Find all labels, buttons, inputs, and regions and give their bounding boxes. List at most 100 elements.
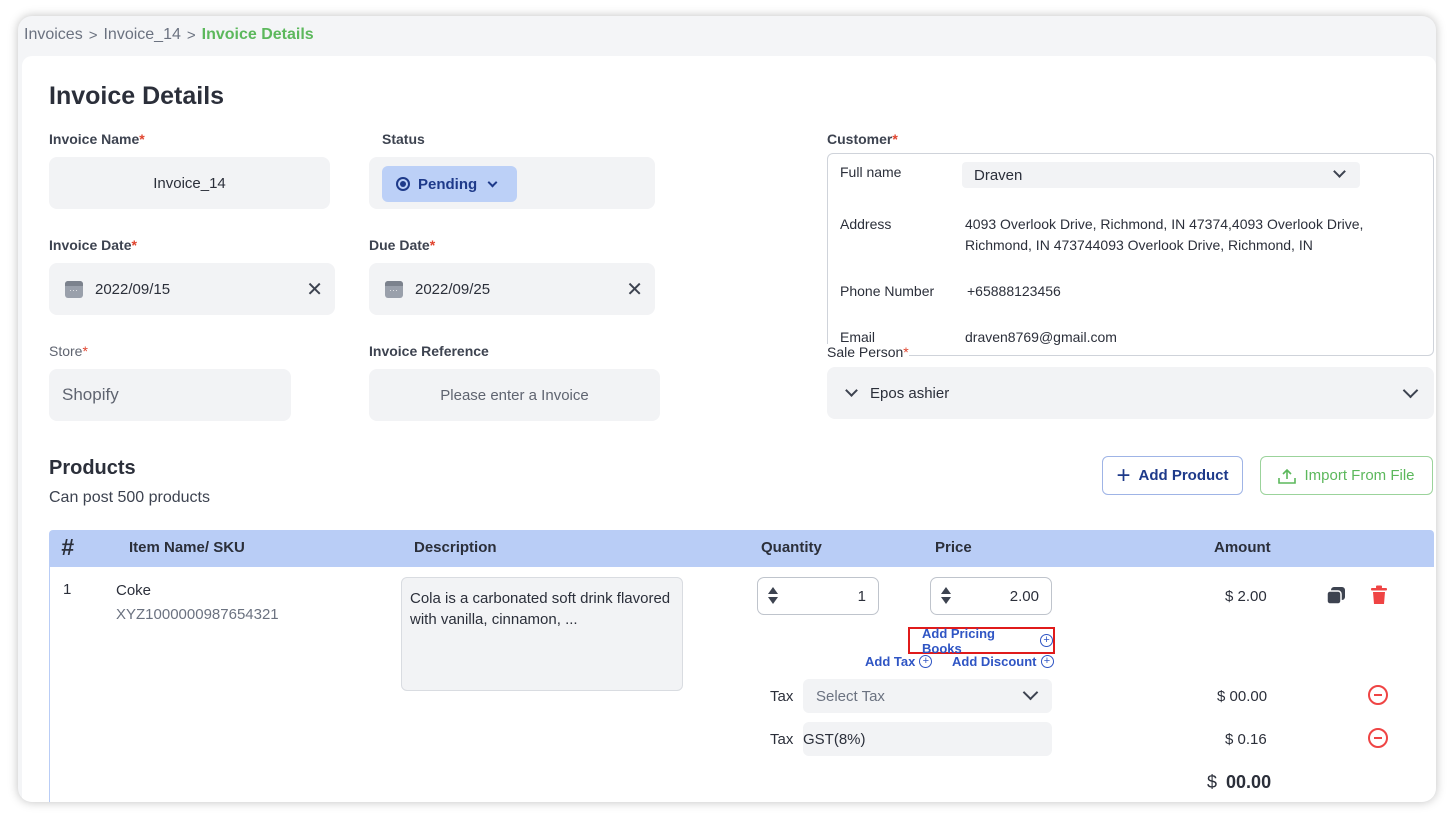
phone-label: Phone Number — [840, 283, 935, 299]
customer-label: Customer* — [827, 131, 898, 147]
total-currency: $ — [1207, 772, 1218, 792]
breadcrumb: Invoices > Invoice_14 > Invoice Details — [24, 24, 314, 46]
chevron-down-icon — [1402, 382, 1419, 399]
col-quantity: Quantity — [761, 539, 822, 556]
chevron-right-icon: > — [186, 26, 196, 44]
store-input[interactable]: Shopify — [49, 369, 291, 421]
invoice-card: Invoice Details Invoice Name* Invoice_14… — [22, 56, 1436, 802]
add-tax-label: Add Tax — [865, 654, 916, 669]
add-pricing-books-link[interactable]: Add Pricing Books + — [908, 625, 1055, 656]
chevron-right-icon: > — [88, 26, 98, 44]
add-discount-link[interactable]: Add Discount + — [952, 654, 1054, 669]
phone-value: +65888123456 — [967, 283, 1061, 299]
stepper-arrows-icon[interactable] — [941, 587, 951, 605]
products-table-header: # Item Name/ SKU Description Quantity Pr… — [49, 530, 1434, 567]
col-description: Description — [414, 539, 497, 556]
price-value: 2.00 — [1009, 587, 1039, 605]
products-subtitle: Can post 500 products — [49, 489, 210, 506]
add-product-label: Add Product — [1138, 467, 1229, 484]
total-value: 00.00 — [1226, 772, 1272, 792]
add-discount-label: Add Discount — [952, 654, 1037, 669]
col-amount: Amount — [1214, 539, 1271, 556]
table-border — [49, 567, 50, 802]
remove-tax-icon[interactable] — [1368, 728, 1388, 748]
plus-circle-icon: + — [919, 655, 933, 668]
quantity-stepper[interactable]: 1 — [757, 577, 879, 615]
plus-icon: + — [1116, 461, 1131, 489]
import-from-file-button[interactable]: Import From File — [1260, 456, 1433, 495]
email-label: Email — [840, 329, 876, 345]
tax-label: Tax — [770, 688, 794, 705]
invoice-date-value: 2022/09/15 — [95, 280, 171, 298]
invoice-name-input[interactable]: Invoice_14 — [49, 157, 330, 209]
status-dot-icon — [396, 177, 410, 191]
full-name-label: Full name — [840, 164, 902, 180]
calendar-icon — [385, 280, 403, 298]
breadcrumb-invoices[interactable]: Invoices — [24, 26, 83, 44]
remove-tax-icon[interactable] — [1368, 685, 1388, 705]
tax-label: Tax — [770, 731, 794, 748]
quantity-value: 1 — [857, 587, 866, 605]
invoice-reference-label: Invoice Reference — [369, 343, 489, 359]
email-value: draven8769@gmail.com — [965, 329, 1117, 345]
customer-name-select[interactable]: Draven — [962, 162, 1360, 188]
address-label: Address — [840, 216, 892, 232]
clear-icon[interactable]: ✕ — [626, 277, 643, 302]
delete-icon[interactable] — [1370, 585, 1388, 605]
col-item-name: Item Name/ SKU — [129, 539, 245, 556]
description-textarea[interactable]: Cola is a carbonated soft drink flavored… — [401, 577, 683, 691]
tax-field[interactable]: GST(8%) — [803, 722, 1052, 756]
breadcrumb-current: Invoice Details — [201, 26, 314, 43]
plus-circle-icon: + — [1040, 655, 1054, 668]
chevron-down-icon — [487, 177, 498, 187]
import-label: Import From File — [1304, 467, 1415, 484]
address-line-2: Richmond, IN 473744093 Overlook Drive, R… — [965, 237, 1313, 253]
tax-field-value: GST(8%) — [803, 730, 866, 748]
page-title: Invoice Details — [49, 82, 225, 110]
breadcrumb-invoice[interactable]: Invoice_14 — [103, 26, 180, 44]
tax-select-value: Select Tax — [816, 687, 885, 705]
stepper-arrows-icon[interactable] — [768, 587, 778, 605]
customer-panel: Full name Draven Address 4093 Overlook D… — [827, 153, 1434, 356]
customer-name-value: Draven — [974, 166, 1023, 184]
add-tax-link[interactable]: Add Tax + — [865, 654, 933, 669]
plus-circle-icon: + — [1040, 634, 1053, 647]
status-dropdown[interactable]: Pending — [382, 166, 517, 202]
due-date-input[interactable]: 2022/09/25 ✕ — [369, 263, 655, 315]
clear-icon[interactable]: ✕ — [306, 277, 323, 302]
col-price: Price — [935, 539, 972, 556]
row-index: 1 — [63, 581, 72, 598]
invoice-date-input[interactable]: 2022/09/15 ✕ — [49, 263, 335, 315]
sale-person-label: Sale Person* — [827, 344, 909, 360]
calendar-icon — [65, 280, 83, 298]
upload-icon — [1278, 468, 1297, 484]
chevron-down-icon — [845, 383, 858, 397]
chevron-down-icon — [1022, 684, 1039, 701]
address-line-1: 4093 Overlook Drive, Richmond, IN 47374,… — [965, 216, 1364, 232]
price-stepper[interactable]: 2.00 — [930, 577, 1052, 615]
total-amount: $ 00.00 — [1207, 772, 1271, 793]
invoice-reference-input[interactable]: Please enter a Invoice — [369, 369, 660, 421]
row-amount: $ 2.00 — [1225, 588, 1267, 605]
tax-amount: $ 00.00 — [1217, 688, 1268, 705]
chevron-down-icon — [1333, 165, 1346, 178]
app-window: Invoices > Invoice_14 > Invoice Details … — [18, 16, 1436, 802]
invoice-date-label: Invoice Date* — [49, 237, 137, 253]
status-value: Pending — [418, 175, 478, 193]
sale-person-value: Epos ashier — [870, 384, 950, 402]
item-sku: XYZ1000000987654321 — [116, 606, 279, 623]
add-product-button[interactable]: + Add Product — [1102, 456, 1243, 495]
col-index: # — [61, 534, 74, 560]
due-date-value: 2022/09/25 — [415, 280, 491, 298]
products-title: Products — [49, 457, 136, 479]
store-label: Store* — [49, 343, 88, 359]
add-pricing-books-label: Add Pricing Books — [922, 625, 995, 656]
invoice-name-label: Invoice Name* — [49, 131, 145, 147]
tax-amount: $ 0.16 — [1225, 731, 1267, 748]
item-name: Coke — [116, 582, 152, 599]
status-label: Status — [382, 131, 425, 147]
tax-select[interactable]: Select Tax — [803, 679, 1052, 713]
duplicate-icon[interactable] — [1326, 586, 1346, 605]
due-date-label: Due Date* — [369, 237, 436, 253]
sale-person-select[interactable]: Epos ashier — [827, 367, 1434, 419]
